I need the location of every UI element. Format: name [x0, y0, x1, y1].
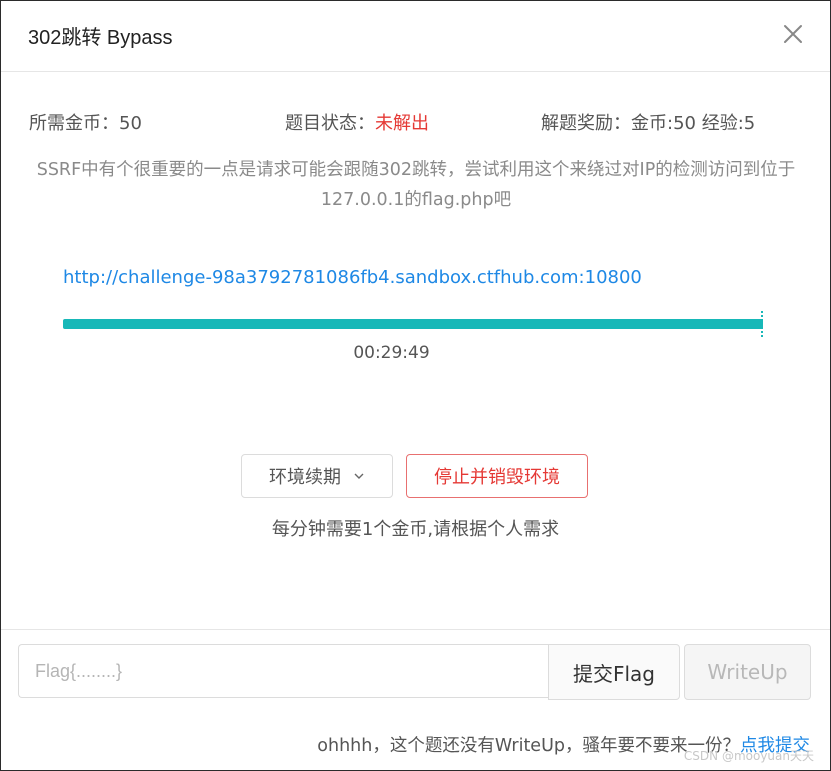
renew-label: 环境续期 [269, 467, 341, 488]
status-label: 题目状态： [285, 113, 375, 134]
renew-dropdown-button[interactable]: 环境续期 [241, 454, 393, 498]
submit-flag-button[interactable]: 提交Flag [548, 644, 680, 700]
writeup-note-text: ohhhh，这个题还没有WriteUp，骚年要不要来一份？ [317, 736, 740, 756]
dialog-title: 302跳转 Bypass [28, 27, 173, 49]
close-icon [784, 25, 802, 43]
status-value: 未解出 [375, 113, 429, 134]
reward: 解题奖励：金币:50 经验:5 [541, 113, 756, 134]
writeup-button: WriteUp [684, 644, 811, 700]
progress-end-marker [761, 311, 765, 337]
progress-fill [63, 319, 763, 329]
dialog-footer: 提交Flag WriteUp ohhhh，这个题还没有WriteUp，骚年要不要… [1, 629, 830, 771]
coins-required: 所需金币：50 [29, 113, 142, 134]
close-button[interactable] [782, 23, 804, 45]
dialog-header: 302跳转 Bypass [1, 1, 830, 72]
challenge-description: SSRF中有个很重要的一点是请求可能会跟随302跳转，尝试利用这个来绕过对IP的… [36, 160, 796, 210]
challenge-info: 所需金币：50 题目状态：未解出 解题奖励：金币:50 经验:5 [1, 109, 830, 137]
time-progress-bar [63, 311, 763, 337]
watermark: CSDN @mooyuan天天 [683, 749, 814, 763]
cost-note: 每分钟需要1个金币,请根据个人需求 [271, 519, 560, 540]
status: 题目状态：未解出 [285, 109, 429, 135]
environment-url[interactable]: http://challenge-98a3792781086fb4.sandbo… [63, 267, 642, 288]
chevron-down-icon [354, 473, 364, 479]
stop-destroy-button[interactable]: 停止并销毁环境 [406, 454, 588, 498]
flag-input[interactable] [18, 644, 566, 698]
challenge-dialog: 302跳转 Bypass 所需金币：50 题目状态：未解出 解题奖励：金币:50… [0, 0, 831, 771]
countdown-timer: 00:29:49 [353, 343, 430, 363]
